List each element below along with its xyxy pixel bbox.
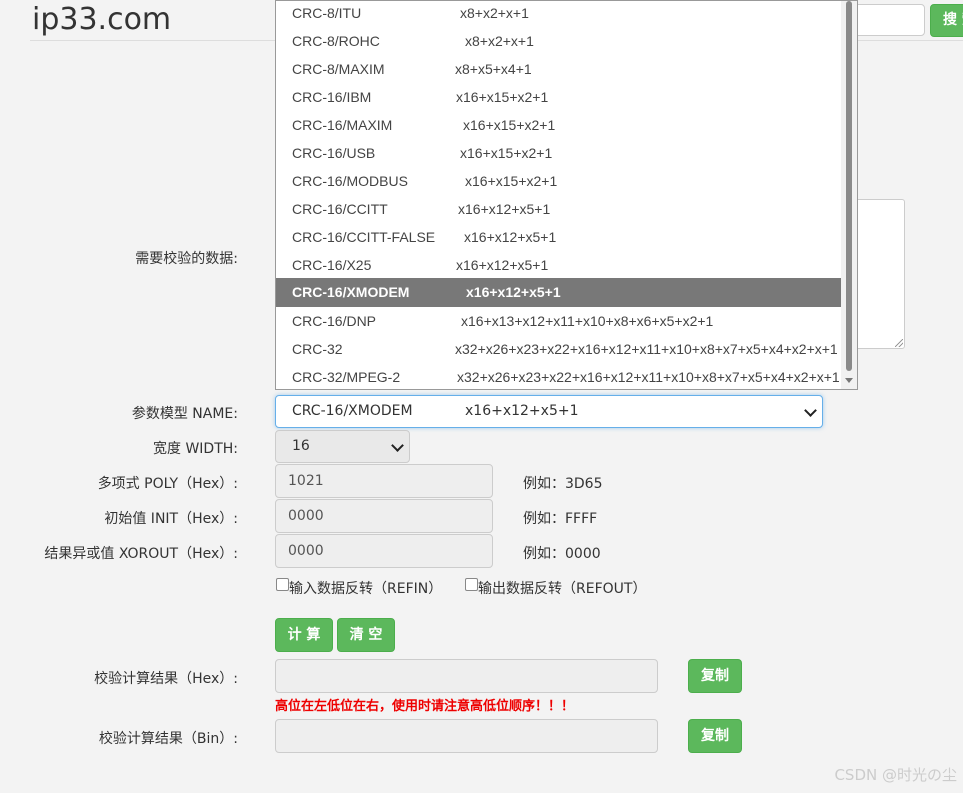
data-label: 需要校验的数据: — [135, 251, 238, 267]
width-select[interactable]: 16 — [275, 430, 410, 463]
width-select-value: 16 — [292, 438, 310, 454]
chevron-down-icon — [804, 404, 817, 417]
xorout-label: 结果异或值 XOROUT（Hex）: — [44, 546, 238, 562]
chevron-down-icon — [391, 439, 404, 452]
refout-label[interactable]: 输出数据反转（REFOUT） — [478, 578, 646, 598]
option-poly: x16+x12+x5+1 — [458, 201, 551, 217]
result-bin-field[interactable] — [275, 719, 658, 753]
dropdown-option[interactable]: CRC-32/MPEG-2 x32+x26+x23+x22+x16+x12+x11… — [276, 364, 842, 389]
scrollbar-thumb[interactable] — [846, 1, 852, 371]
option-poly: x16+x12+x5+1 — [466, 284, 561, 300]
option-name: CRC-32 — [292, 341, 343, 357]
watermark: CSDN @时光の尘 — [834, 766, 957, 784]
name-label: 参数模型 NAME: — [131, 406, 238, 422]
result-bin-label: 校验计算结果（Bin）: — [98, 731, 238, 747]
name-select-poly: x16+x12+x5+1 — [465, 403, 579, 419]
option-poly: x16+x13+x12+x11+x10+x8+x6+x5+x2+1 — [461, 313, 714, 329]
init-input[interactable]: 0000 — [275, 499, 493, 533]
option-name: CRC-16/IBM — [292, 89, 372, 105]
dropdown-option-selected[interactable]: CRC-16/XMODEM x16+x12+x5+1 — [276, 278, 842, 307]
width-label: 宽度 WIDTH: — [153, 441, 238, 457]
option-name: CRC-16/X25 — [292, 257, 372, 273]
dropdown-option[interactable]: CRC-8/ROHC x8+x2+x+1 — [276, 28, 842, 56]
option-poly: x8+x2+x+1 — [465, 33, 534, 49]
dropdown-option[interactable]: CRC-16/USB x16+x15+x2+1 — [276, 140, 842, 168]
option-poly: x16+x15+x2+1 — [456, 89, 549, 105]
refout-checkbox[interactable] — [465, 578, 478, 591]
option-poly: x16+x15+x2+1 — [465, 173, 558, 189]
dropdown-option[interactable]: CRC-16/CCITT-FALSE x16+x12+x5+1 — [276, 224, 842, 252]
option-poly: x16+x15+x2+1 — [460, 145, 553, 161]
option-poly: x16+x15+x2+1 — [463, 117, 556, 133]
dropdown-option[interactable]: CRC-16/DNP x16+x13+x12+x11+x10+x8+x6+x5+x… — [276, 308, 842, 336]
option-name: CRC-16/USB — [292, 145, 376, 161]
refin-checkbox[interactable] — [276, 578, 289, 591]
dropdown-scrollbar[interactable] — [841, 1, 857, 389]
result-hex-label: 校验计算结果（Hex）: — [94, 671, 238, 687]
option-poly: x8+x2+x+1 — [460, 5, 529, 21]
option-name: CRC-16/CCITT — [292, 201, 388, 217]
scroll-down-arrow-icon[interactable] — [845, 378, 853, 383]
option-poly: x16+x12+x5+1 — [456, 257, 549, 273]
option-name: CRC-16/CCITT-FALSE — [292, 229, 436, 245]
poly-label: 多项式 POLY（Hex）: — [97, 476, 238, 492]
site-title[interactable]: ip33.com — [32, 2, 171, 37]
init-hint: 例如：FFFF — [523, 511, 598, 527]
xorout-hint: 例如：0000 — [523, 546, 601, 562]
name-select[interactable]: CRC-16/XMODEM x16+x12+x5+1 — [275, 395, 823, 428]
poly-input[interactable]: 1021 — [275, 464, 493, 498]
init-label: 初始值 INIT（Hex）: — [104, 511, 238, 527]
poly-hint: 例如：3D65 — [523, 476, 603, 492]
xorout-input[interactable]: 0000 — [275, 534, 493, 568]
option-name: CRC-8/MAXIM — [292, 61, 385, 77]
dropdown-option[interactable]: CRC-16/IBM x16+x15+x2+1 — [276, 84, 842, 112]
copy-hex-button[interactable]: 复制 — [688, 659, 742, 693]
resize-grip-icon[interactable] — [895, 339, 903, 347]
option-name: CRC-16/DNP — [292, 313, 377, 329]
refin-label[interactable]: 输入数据反转（REFIN） — [289, 578, 442, 598]
dropdown-option[interactable]: CRC-8/MAXIM x8+x5+x4+1 — [276, 56, 842, 84]
option-name: CRC-16/MODBUS — [292, 173, 408, 189]
dropdown-option[interactable]: CRC-32 x32+x26+x23+x22+x16+x12+x11+x10+x8… — [276, 336, 842, 364]
option-name: CRC-8/ROHC — [292, 33, 380, 49]
clear-button[interactable]: 清 空 — [337, 618, 395, 652]
name-dropdown-list[interactable]: CRC-8/ITU x8+x2+x+1 CRC-8/ROHC x8+x2+x+1 C… — [275, 0, 858, 390]
result-hex-field[interactable] — [275, 659, 658, 693]
option-poly: x32+x26+x23+x22+x16+x12+x11+x10+x8+x7+x5… — [457, 369, 840, 385]
dropdown-option[interactable]: CRC-16/CCITT x16+x12+x5+1 — [276, 196, 842, 224]
calculate-button[interactable]: 计 算 — [275, 618, 333, 652]
dropdown-option[interactable]: CRC-16/MODBUS x16+x15+x2+1 — [276, 168, 842, 196]
dropdown-option[interactable]: CRC-16/X25 x16+x12+x5+1 — [276, 252, 842, 280]
option-poly: x32+x26+x23+x22+x16+x12+x11+x10+x8+x7+x5… — [455, 341, 838, 357]
dropdown-option[interactable]: CRC-8/ITU x8+x2+x+1 — [276, 1, 842, 28]
option-name: CRC-16/MAXIM — [292, 117, 393, 133]
option-poly: x8+x5+x4+1 — [455, 61, 532, 77]
search-button[interactable]: 搜 索 — [930, 4, 963, 37]
option-name: CRC-32/MPEG-2 — [292, 369, 401, 385]
copy-bin-button[interactable]: 复制 — [688, 719, 742, 753]
name-select-model: CRC-16/XMODEM — [292, 403, 413, 419]
option-poly: x16+x12+x5+1 — [464, 229, 557, 245]
dropdown-option[interactable]: CRC-16/MAXIM x16+x15+x2+1 — [276, 112, 842, 140]
bit-order-warning: 高位在左低位在右，使用时请注意高低位顺序！！！ — [275, 699, 575, 714]
option-name: CRC-8/ITU — [292, 5, 362, 21]
option-name: CRC-16/XMODEM — [292, 284, 410, 300]
